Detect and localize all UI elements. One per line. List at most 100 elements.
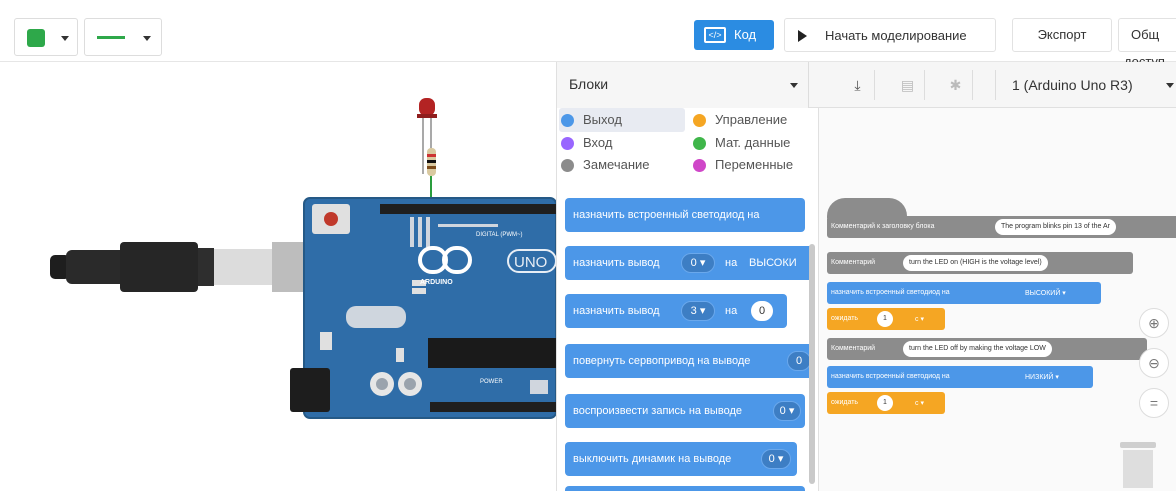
- unit-dropdown[interactable]: с ▾: [915, 315, 924, 323]
- block-label: ожидать: [831, 399, 859, 406]
- category-label: Замечание: [583, 157, 650, 172]
- top-toolbar: </> Код Начать моделирование Экспорт Общ: [0, 10, 1176, 62]
- selected-category-highlight: [559, 108, 685, 132]
- script-workspace[interactable]: Комментарий к заголовку блока The progra…: [819, 108, 1176, 491]
- share-button[interactable]: Общ: [1118, 18, 1176, 52]
- value-label: ВЫСОКИ: [749, 257, 797, 269]
- zoom-reset-icon[interactable]: =: [1139, 388, 1169, 418]
- wait-block[interactable]: ожидать 1 с ▾: [827, 308, 945, 330]
- value-dropdown[interactable]: ВЫСОКИЙ ▾: [1025, 289, 1066, 297]
- zoom-in-icon[interactable]: ⊕: [1139, 308, 1169, 338]
- blocks-palette: Выход Управление Вход Мат. данные Замеча…: [557, 108, 819, 491]
- uno-label: UNO: [514, 254, 547, 271]
- code-mode-value: Блоки: [569, 76, 609, 92]
- set-led-low-block[interactable]: назначить встроенный светодиод на НИЗКИЙ…: [827, 366, 1093, 388]
- trash-lid: [1120, 442, 1156, 448]
- trash-body: [1123, 450, 1153, 488]
- code-button-label: Код: [734, 27, 757, 42]
- pin-dropdown[interactable]: 0 ▾: [761, 449, 791, 469]
- code-mode-select[interactable]: Блоки: [557, 62, 809, 108]
- usb-cable[interactable]: [50, 242, 322, 292]
- export-button[interactable]: Экспорт: [1012, 18, 1112, 52]
- code-icon: </>: [704, 27, 726, 43]
- wait-value-input[interactable]: 1: [877, 395, 893, 411]
- code-panel-header: Блоки ⤓ ▤ ✱ 1 (Arduino Uno R3): [557, 62, 1176, 108]
- block-label: назначить встроенный светодиод на: [831, 373, 950, 380]
- pin-dropdown[interactable]: 0 ▾: [773, 401, 801, 421]
- palette-block-rotate-servo[interactable]: повернуть сервопривод на выводе 0: [565, 344, 813, 378]
- arduino-board[interactable]: [290, 197, 557, 419]
- block-label: ожидать: [831, 315, 859, 322]
- start-simulation-label: Начать моделирование: [825, 28, 967, 43]
- set-led-high-block[interactable]: назначить встроенный светодиод на ВЫСОКИ…: [827, 282, 1101, 304]
- debugger-icon[interactable]: ✱: [939, 70, 973, 100]
- category-dot: [693, 137, 706, 150]
- palette-block-set-pin-high[interactable]: назначить вывод 0 ▾ на ВЫСОКИ: [565, 246, 813, 280]
- category-label: Управление: [715, 112, 788, 127]
- category-dot: [561, 159, 574, 172]
- wire-style-picker[interactable]: [84, 18, 162, 56]
- color-swatch: [27, 29, 45, 47]
- block-label: выключить динамик на выводе: [573, 453, 732, 465]
- comment-block[interactable]: Комментарий turn the LED on (HIGH is the…: [827, 252, 1133, 274]
- comment-text[interactable]: The program blinks pin 13 of the Ar: [995, 219, 1116, 235]
- wait-value-input[interactable]: 1: [877, 311, 893, 327]
- color-picker[interactable]: [14, 18, 78, 56]
- block-label-on: на: [725, 305, 738, 317]
- circuit-drawing: DIGITAL (PWM~) ARDUINO UNO POWER: [50, 98, 557, 419]
- category-dot: [561, 114, 574, 127]
- circuit-canvas[interactable]: DIGITAL (PWM~) ARDUINO UNO POWER: [0, 62, 557, 491]
- app-root: </> Код Начать моделирование Экспорт Общ…: [0, 0, 1176, 491]
- palette-block-partial[interactable]: [565, 486, 805, 491]
- download-icon[interactable]: ⤓: [841, 70, 875, 100]
- device-select[interactable]: 1 (Arduino Uno R3): [995, 70, 1176, 100]
- palette-scrollbar[interactable]: [809, 244, 815, 484]
- pin-dropdown[interactable]: 0: [787, 351, 811, 371]
- wait-block[interactable]: ожидать 1 с ▾: [827, 392, 945, 414]
- chevron-down-icon: [61, 36, 69, 41]
- block-label: назначить вывод: [573, 257, 660, 269]
- header-comment-block[interactable]: Комментарий к заголовку блока The progra…: [827, 216, 1176, 238]
- hat-block: [827, 198, 907, 218]
- chevron-down-icon: [1166, 83, 1174, 88]
- block-label: повернуть сервопривод на выводе: [573, 355, 751, 367]
- comment-label: Комментарий: [831, 259, 876, 266]
- library-icon[interactable]: ▤: [891, 70, 925, 100]
- palette-block-set-builtin-led[interactable]: назначить встроенный светодиод на: [565, 198, 805, 232]
- block-label: назначить вывод: [573, 305, 660, 317]
- comment-label: Комментарий: [831, 345, 876, 352]
- arduino-brand-label: ARDUINO: [420, 279, 453, 286]
- palette-block-stop-speaker[interactable]: выключить динамик на выводе 0 ▾: [565, 442, 797, 476]
- chevron-down-icon: [143, 36, 151, 41]
- device-select-value: 1 (Arduino Uno R3): [1012, 77, 1133, 93]
- comment-text[interactable]: turn the LED off by making the voltage L…: [903, 341, 1052, 357]
- code-button[interactable]: </> Код: [694, 20, 774, 50]
- wire-style-swatch: [97, 36, 125, 39]
- pin-dropdown[interactable]: 0 ▾: [681, 253, 715, 273]
- category-dot: [693, 114, 706, 127]
- play-icon: [798, 30, 807, 42]
- start-simulation-button[interactable]: Начать моделирование: [784, 18, 996, 52]
- power-pins-label: POWER: [480, 379, 503, 385]
- comment-block[interactable]: Комментарий turn the LED off by making t…: [827, 338, 1147, 360]
- value-dropdown[interactable]: НИЗКИЙ ▾: [1025, 373, 1059, 381]
- category-dot: [561, 137, 574, 150]
- block-label: воспроизвести запись на выводе: [573, 405, 742, 417]
- block-label: назначить встроенный светодиод на: [831, 289, 950, 296]
- digital-pins-label: DIGITAL (PWM~): [476, 232, 523, 238]
- category-label: Выход: [583, 112, 622, 127]
- palette-block-play-tone[interactable]: воспроизвести запись на выводе 0 ▾: [565, 394, 805, 428]
- category-label: Вход: [583, 135, 613, 150]
- pin-dropdown[interactable]: 3 ▾: [681, 301, 715, 321]
- category-dot: [693, 159, 706, 172]
- share-button-label: Общ: [1131, 27, 1160, 42]
- palette-block-set-pin-value[interactable]: назначить вывод 3 ▾ на 0: [565, 294, 787, 328]
- unit-dropdown[interactable]: с ▾: [915, 399, 924, 407]
- zoom-out-icon[interactable]: ⊖: [1139, 348, 1169, 378]
- code-panel: Блоки ⤓ ▤ ✱ 1 (Arduino Uno R3) Выход Упр…: [556, 62, 1176, 491]
- category-label: Мат. данные: [715, 135, 791, 150]
- comment-label: Комментарий к заголовку блока: [831, 223, 935, 230]
- comment-text[interactable]: turn the LED on (HIGH is the voltage lev…: [903, 255, 1048, 271]
- trash-icon[interactable]: [1120, 438, 1156, 488]
- value-input[interactable]: 0: [751, 301, 773, 321]
